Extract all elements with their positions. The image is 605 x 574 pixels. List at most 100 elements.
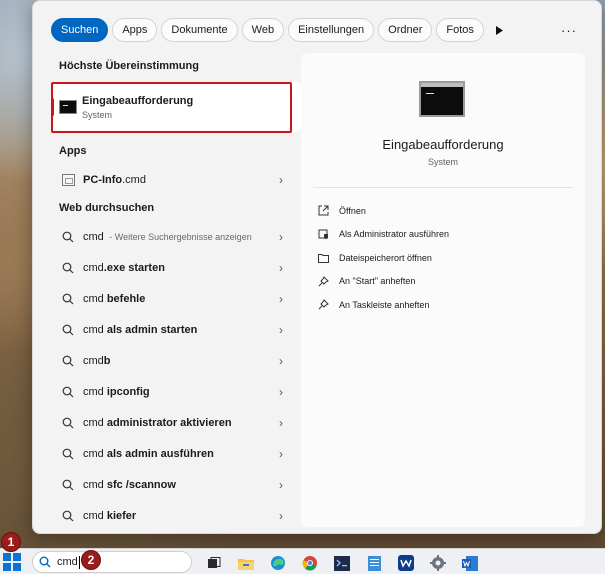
command-prompt-large-icon [419, 81, 465, 117]
tab-apps[interactable]: Apps [112, 18, 158, 42]
word-icon[interactable] [454, 552, 486, 574]
web-search-heading: Web durchsuchen [59, 202, 155, 214]
chevron-right-icon[interactable]: › [279, 509, 283, 523]
search-icon [61, 231, 75, 243]
web-result-completion: .exe starten [103, 261, 165, 274]
web-result-completion: b [103, 354, 111, 367]
action-run-as-admin[interactable]: Als Administrator ausführen [315, 223, 449, 247]
tab-einstellungen[interactable]: Einstellungen [288, 18, 375, 42]
web-result-query: cmd [83, 478, 104, 491]
list-item-pc-info[interactable]: PC-Info.cmd › [51, 164, 301, 195]
detail-pane: Eingabeaufforderung System Öffnen Als Ad… [301, 53, 585, 527]
web-result-query: cmd [83, 447, 104, 460]
task-view-icon[interactable] [198, 552, 230, 574]
web-result-completion: sfc /scannow [103, 478, 176, 491]
step-badge-2: 2 [81, 550, 101, 570]
best-match-heading: Höchste Übereinstimmung [59, 60, 199, 72]
action-pin-taskbar-label: An Taskleiste anheften [339, 299, 430, 310]
terminal-app-icon[interactable] [326, 552, 358, 574]
tab-suchen[interactable]: Suchen [51, 18, 109, 42]
web-result-completion: als admin starten [103, 323, 198, 336]
web-result-item[interactable]: cmd sfc /scannow › [51, 469, 301, 500]
chevron-right-icon[interactable]: › [279, 478, 283, 492]
web-result-item[interactable]: cmd ipconfig › [51, 376, 301, 407]
app-name-ext: .cmd [122, 173, 146, 186]
chevron-right-icon[interactable]: › [279, 447, 283, 461]
pin-icon [315, 299, 331, 310]
open-external-icon [315, 205, 331, 216]
chrome-icon[interactable] [294, 552, 326, 574]
chevron-right-icon[interactable]: › [279, 385, 283, 399]
web-result-completion: als admin ausführen [103, 447, 214, 460]
action-pin-start[interactable]: An "Start" anheften [315, 270, 449, 294]
search-query-text: cmd [57, 556, 78, 568]
search-icon [61, 293, 75, 305]
tab-fotos[interactable]: Fotos [436, 18, 484, 42]
web-result-completion: kiefer [103, 509, 137, 522]
web-result-query: cmd [83, 230, 104, 243]
web-result-item[interactable]: cmd befehle › [51, 283, 301, 314]
play-arrow-icon [495, 25, 503, 35]
detail-subtitle: System [427, 157, 458, 167]
action-list: Öffnen Als Administrator ausführen Datei… [315, 199, 449, 317]
web-result-query: cmd [83, 385, 104, 398]
file-explorer-icon[interactable] [230, 552, 262, 574]
chevron-right-icon[interactable]: › [279, 292, 283, 306]
web-result-query: cmd [83, 261, 104, 274]
search-panel: Suchen Apps Dokumente Web Einstellungen … [32, 0, 602, 534]
highlight-box [51, 82, 292, 133]
web-result-query: cmd [83, 416, 104, 429]
divider [313, 187, 573, 188]
chevron-right-icon[interactable]: › [279, 230, 283, 244]
search-icon [61, 386, 75, 398]
chevron-right-icon[interactable]: › [279, 323, 283, 337]
more-tabs-button[interactable] [488, 18, 510, 42]
action-open-file-location[interactable]: Dateispeicherort öffnen [315, 246, 449, 270]
web-result-completion: administrator aktivieren [103, 416, 232, 429]
web-result-item[interactable]: cmd als admin starten › [51, 314, 301, 345]
action-open[interactable]: Öffnen [315, 199, 449, 223]
action-pin-taskbar[interactable]: An Taskleiste anheften [315, 293, 449, 317]
search-icon [61, 510, 75, 522]
web-result-item[interactable]: cmd administrator aktivieren › [51, 407, 301, 438]
web-result-item[interactable]: cmd.exe starten › [51, 252, 301, 283]
app-name-bold: PC-Info [83, 173, 123, 186]
tab-ordner[interactable]: Ordner [378, 18, 433, 42]
taskbar-apps [198, 552, 486, 574]
web-result-completion: befehle [103, 292, 146, 305]
step-badge-1: 1 [1, 532, 21, 552]
tab-dokumente[interactable]: Dokumente [161, 18, 238, 42]
text-caret [78, 555, 80, 569]
chevron-right-icon[interactable]: › [279, 173, 283, 187]
search-icon [61, 324, 75, 336]
edge-icon[interactable] [262, 552, 294, 574]
cmd-file-icon [61, 173, 75, 186]
web-result-item[interactable]: cmdb › [51, 345, 301, 376]
web-result-hint: - Weitere Suchergebnisse anzeigen [106, 231, 252, 242]
pin-icon [315, 275, 331, 287]
notepad-icon[interactable] [358, 552, 390, 574]
chevron-right-icon[interactable]: › [279, 416, 283, 430]
filter-tabs: Suchen Apps Dokumente Web Einstellungen … [51, 18, 510, 42]
taskbar-search-input[interactable]: cmd [32, 551, 192, 573]
web-result-item[interactable]: cmd als admin ausführen › [51, 438, 301, 469]
admin-shield-icon [315, 229, 331, 240]
web-result-query: cmd [83, 509, 104, 522]
search-icon [61, 417, 75, 429]
web-result-item[interactable]: cmd kiefer › [51, 500, 301, 531]
web-result-item[interactable]: cmd - Weitere Suchergebnisse anzeigen › [51, 221, 301, 252]
action-pin-start-label: An "Start" anheften [339, 276, 416, 287]
search-icon [61, 262, 75, 274]
chevron-right-icon[interactable]: › [279, 354, 283, 368]
tab-web[interactable]: Web [241, 18, 285, 42]
web-result-completion: ipconfig [103, 385, 150, 398]
action-open-file-location-label: Dateispeicherort öffnen [339, 252, 432, 263]
web-result-query: cmd [83, 323, 104, 336]
webex-icon[interactable] [390, 552, 422, 574]
settings-icon[interactable] [422, 552, 454, 574]
search-icon [61, 448, 75, 460]
search-icon [39, 556, 51, 568]
more-options-button[interactable]: ··· [561, 23, 577, 38]
chevron-right-icon[interactable]: › [279, 261, 283, 275]
windows-start-icon[interactable] [3, 553, 21, 571]
